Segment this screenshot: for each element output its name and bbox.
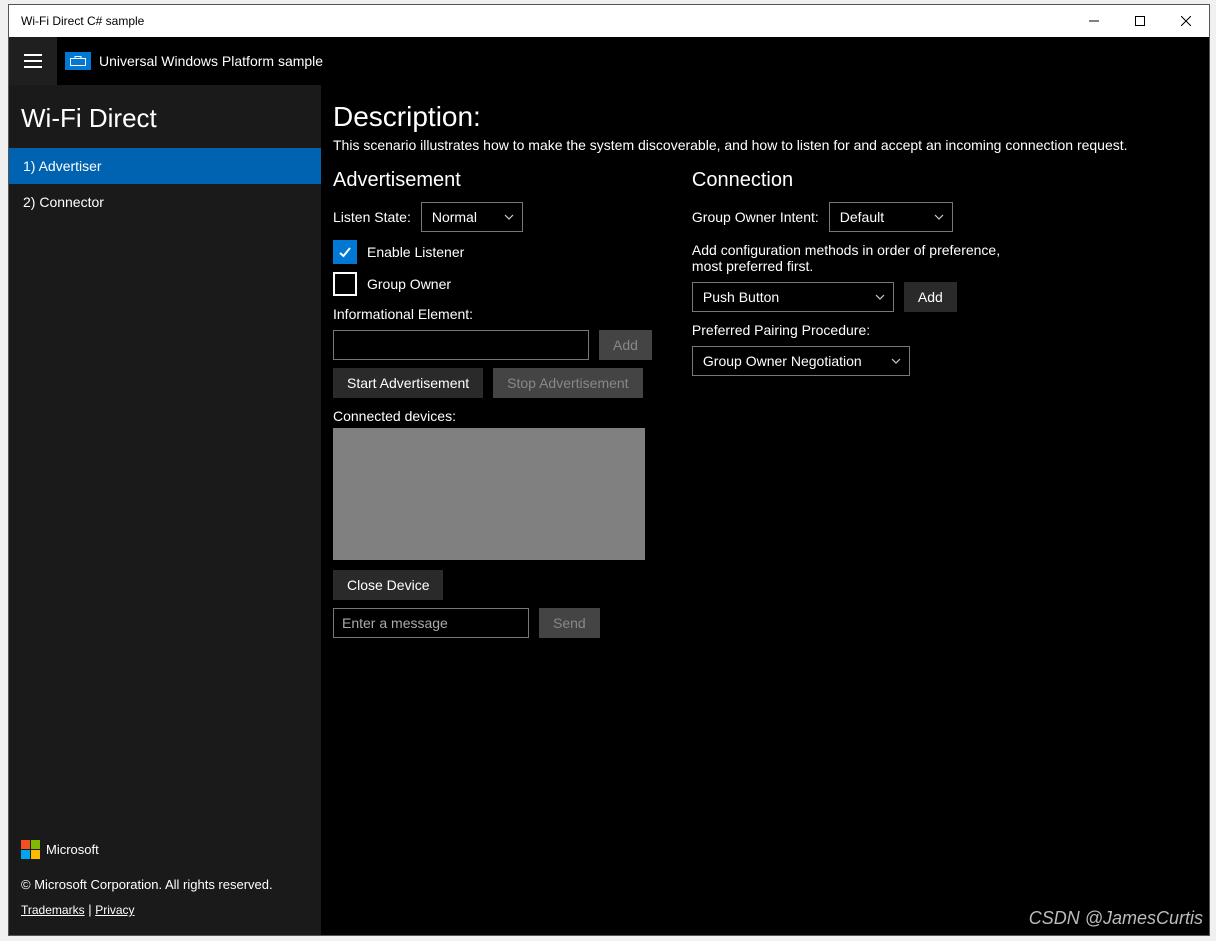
connection-heading: Connection [692,169,1012,192]
window-title: Wi-Fi Direct C# sample [9,14,144,28]
listen-state-value: Normal [432,209,477,225]
info-element-label: Informational Element: [333,306,652,322]
scenario-label: 1) Advertiser [23,158,102,174]
connection-panel: Connection Group Owner Intent: Default A… [692,169,1012,646]
config-method-add-button[interactable]: Add [904,282,957,312]
stop-advertisement-button[interactable]: Stop Advertisement [493,368,642,398]
sidebar-footer: Microsoft © Microsoft Corporation. All r… [9,830,321,935]
minimize-button[interactable] [1071,5,1117,37]
app-body: Wi-Fi Direct 1) Advertiser 2) Connector … [9,85,1209,935]
group-owner-checkbox[interactable] [333,272,357,296]
go-intent-value: Default [840,209,884,225]
chevron-down-icon [875,289,885,305]
sidebar: Wi-Fi Direct 1) Advertiser 2) Connector … [9,85,321,935]
advertisement-panel: Advertisement Listen State: Normal Enabl… [333,169,652,646]
config-method-value: Push Button [703,289,779,305]
toolbox-icon [65,52,91,70]
message-input[interactable] [333,608,529,638]
window-controls [1071,5,1209,37]
copyright-text: © Microsoft Corporation. All rights rese… [21,877,309,892]
microsoft-brand-text: Microsoft [46,842,99,857]
scenario-item-advertiser[interactable]: 1) Advertiser [9,148,321,184]
scenario-item-connector[interactable]: 2) Connector [9,184,321,220]
chevron-down-icon [934,209,944,225]
listen-state-combo[interactable]: Normal [421,202,523,232]
privacy-link[interactable]: Privacy [95,903,134,917]
app-header: Universal Windows Platform sample [9,37,1209,85]
start-advertisement-button[interactable]: Start Advertisement [333,368,483,398]
listen-state-label: Listen State: [333,209,411,225]
app-window: Wi-Fi Direct C# sample [8,4,1210,936]
config-method-hint: Add configuration methods in order of pr… [692,242,1012,274]
titlebar: Wi-Fi Direct C# sample [9,5,1209,37]
hamburger-button[interactable] [9,37,57,85]
send-button[interactable]: Send [539,608,600,638]
maximize-button[interactable] [1117,5,1163,37]
pairing-procedure-value: Group Owner Negotiation [703,353,862,369]
watermark-text: CSDN @JamesCurtis [1029,908,1203,929]
close-button[interactable] [1163,5,1209,37]
chevron-down-icon [891,353,901,369]
description-text: This scenario illustrates how to make th… [333,137,1197,153]
page-title: Wi-Fi Direct [9,85,321,148]
advertisement-heading: Advertisement [333,169,652,192]
info-element-input[interactable] [333,330,589,360]
pairing-procedure-label: Preferred Pairing Procedure: [692,322,1012,338]
app-subtitle: Universal Windows Platform sample [99,53,323,69]
close-device-button[interactable]: Close Device [333,570,443,600]
scenario-label: 2) Connector [23,194,104,210]
pairing-procedure-combo[interactable]: Group Owner Negotiation [692,346,910,376]
enable-listener-checkbox[interactable] [333,240,357,264]
config-method-combo[interactable]: Push Button [692,282,894,312]
enable-listener-label: Enable Listener [367,244,464,260]
microsoft-logo-icon [21,840,40,859]
group-owner-label: Group Owner [367,276,451,292]
info-element-add-button[interactable]: Add [599,330,652,360]
trademarks-link[interactable]: Trademarks [21,903,85,917]
connected-devices-label: Connected devices: [333,408,652,424]
go-intent-label: Group Owner Intent: [692,209,819,225]
microsoft-logo: Microsoft [21,840,309,859]
chevron-down-icon [504,209,514,225]
connected-devices-list[interactable] [333,428,645,560]
main-content: Description: This scenario illustrates h… [321,85,1209,935]
description-heading: Description: [333,101,1197,133]
go-intent-combo[interactable]: Default [829,202,953,232]
